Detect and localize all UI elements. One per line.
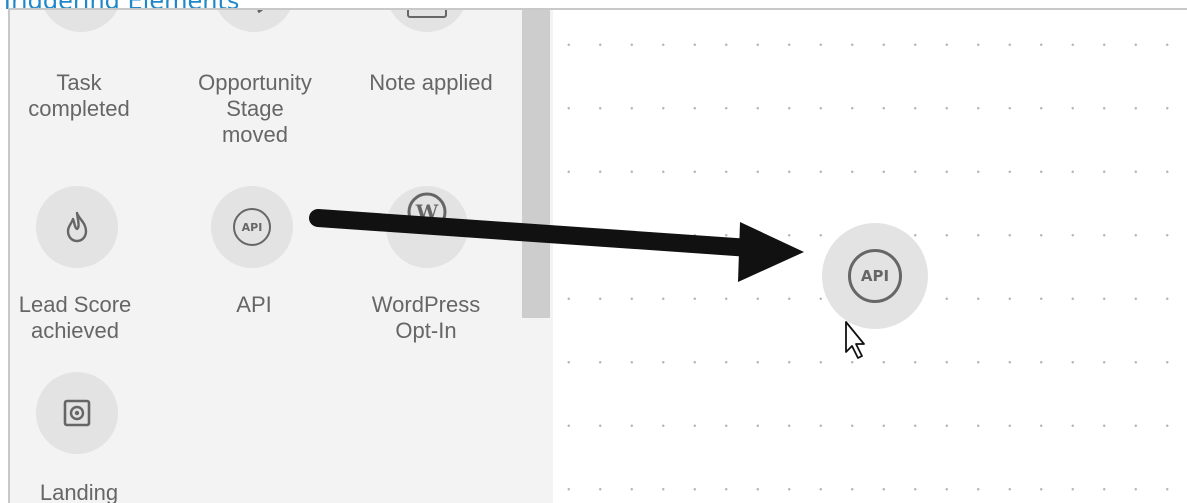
mouse-cursor-icon xyxy=(845,321,865,359)
drag-arrow-icon xyxy=(309,209,804,282)
drag-annotation xyxy=(309,209,865,359)
